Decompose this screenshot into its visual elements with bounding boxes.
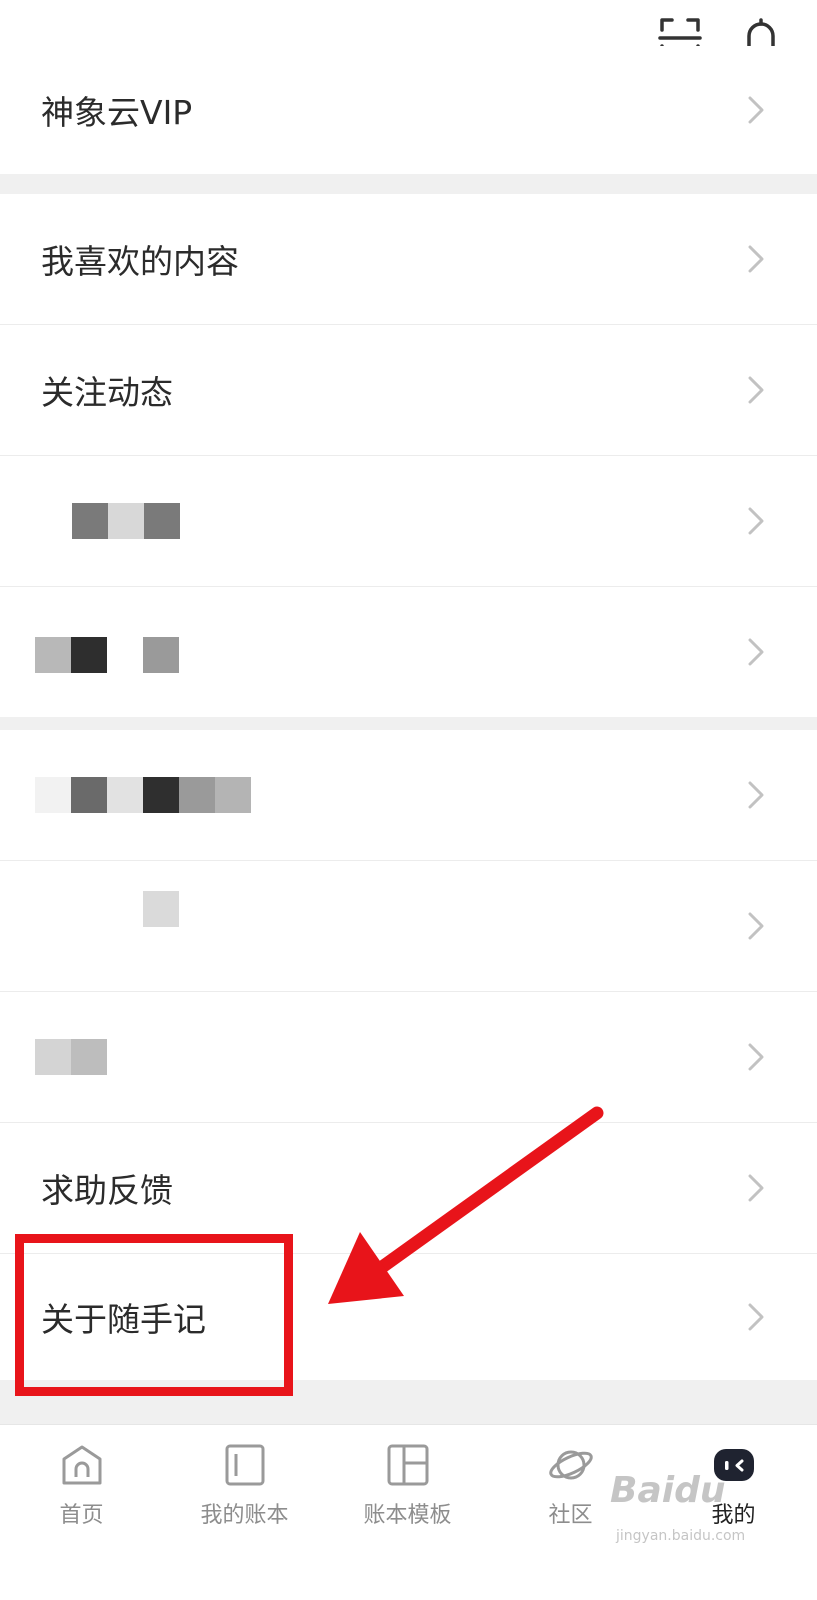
redacted-label [143,891,179,927]
menu-item-redacted[interactable] [0,587,817,717]
menu-item-vip[interactable]: 神象云VIP [0,46,817,174]
redacted-label [35,637,179,673]
chevron-right-icon [748,1043,764,1071]
menu-item-follow[interactable]: 关注动态 [0,325,817,456]
home-icon [62,1445,101,1485]
chevron-right-icon [748,638,764,666]
menu-item-redacted[interactable] [0,992,817,1123]
chevron-right-icon [748,1174,764,1202]
tab-home[interactable]: 首页 [0,1425,163,1555]
tab-label: 我的账本 [200,1503,289,1528]
chevron-right-icon [748,376,764,404]
chevron-right-icon [748,245,764,273]
menu-item-liked[interactable]: 我喜欢的内容 [0,194,817,325]
chevron-right-icon [748,781,764,809]
redacted-label [72,503,180,539]
menu-item-label: 神象云VIP [41,93,193,132]
menu-item-redacted[interactable] [0,861,817,992]
menu-item-label: 求助反馈 [41,1171,173,1210]
content-card: 我喜欢的内容 关注动态 [0,194,817,717]
annotation-highlight-box [15,1234,293,1396]
tab-my-ledger[interactable]: 我的账本 [163,1425,326,1555]
tab-ledger-templates[interactable]: 账本模板 [326,1425,489,1555]
vip-card: 神象云VIP [0,46,817,174]
chevron-right-icon [748,96,764,124]
profile-screen: 神象云VIP 我喜欢的内容 关注动态 求助反馈 关于随手记 首页 我的账本 账本… [0,0,817,1600]
baidu-watermark: Baidu jingyan.baidu.com [610,1470,810,1580]
watermark-url: jingyan.baidu.com [616,1528,746,1544]
tab-label: 首页 [59,1503,104,1528]
tab-label: 账本模板 [363,1503,452,1528]
chevron-right-icon [748,1303,764,1331]
redacted-label [35,1039,107,1075]
template-icon [387,1444,428,1486]
redacted-label [35,777,251,813]
menu-item-redacted[interactable] [0,456,817,587]
planet-icon [548,1450,593,1480]
menu-item-label: 关注动态 [41,373,173,412]
chevron-right-icon [748,507,764,535]
ledger-icon [225,1444,264,1486]
watermark-text: Baidu [610,1470,726,1511]
chevron-right-icon [748,912,764,940]
menu-item-redacted[interactable] [0,730,817,861]
menu-item-label: 我喜欢的内容 [41,242,239,281]
